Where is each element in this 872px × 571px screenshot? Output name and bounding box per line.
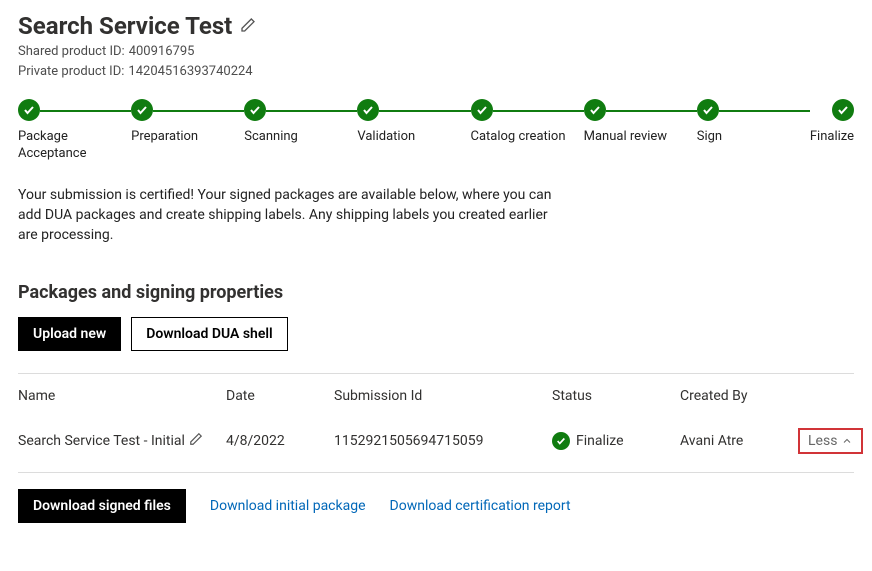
step-catalog-creation: Catalog creation xyxy=(471,99,584,146)
progress-stepper: Package Acceptance Preparation Scanning … xyxy=(18,99,854,163)
col-date: Date xyxy=(226,388,326,404)
step-manual-review: Manual review xyxy=(584,99,697,146)
check-circle-icon xyxy=(18,99,40,121)
upload-new-button[interactable]: Upload new xyxy=(18,317,121,351)
step-sign: Sign xyxy=(697,99,810,146)
step-finalize: Finalize xyxy=(810,99,854,146)
check-circle-icon xyxy=(832,99,854,121)
step-package-acceptance: Package Acceptance xyxy=(18,99,131,163)
chevron-up-icon xyxy=(841,435,853,447)
pencil-icon[interactable] xyxy=(240,17,256,37)
step-label: Manual review xyxy=(584,129,667,146)
row-created-by: Avani Atre xyxy=(680,433,790,449)
collapse-toggle-button[interactable]: Less xyxy=(798,428,863,454)
download-certification-report-link[interactable]: Download certification report xyxy=(390,498,571,514)
shared-product-id-value: 400916795 xyxy=(129,42,195,62)
row-submission-id: 1152921505694715059 xyxy=(334,433,544,449)
step-label: Validation xyxy=(357,129,415,146)
step-label: Sign xyxy=(697,129,722,146)
row-status: Finalize xyxy=(576,433,624,449)
row-name: Search Service Test - Initial xyxy=(18,433,185,449)
download-dua-shell-button[interactable]: Download DUA shell xyxy=(131,317,287,351)
step-preparation: Preparation xyxy=(131,99,244,146)
step-label: Finalize xyxy=(810,129,854,146)
step-label: Preparation xyxy=(131,129,198,146)
check-circle-icon xyxy=(357,99,379,121)
step-validation: Validation xyxy=(357,99,470,146)
table-row: Search Service Test - Initial 4/8/2022 1… xyxy=(18,418,854,473)
step-label: Package Acceptance xyxy=(18,129,128,163)
check-circle-icon xyxy=(552,432,570,450)
step-scanning: Scanning xyxy=(244,99,357,146)
download-initial-package-link[interactable]: Download initial package xyxy=(210,498,366,514)
step-label: Catalog creation xyxy=(471,129,566,146)
shared-product-id-label: Shared product ID: xyxy=(18,42,125,62)
page-title: Search Service Test xyxy=(18,12,232,40)
private-product-id-value: 14204516393740224 xyxy=(128,62,252,82)
download-signed-files-button[interactable]: Download signed files xyxy=(18,489,186,523)
row-date: 4/8/2022 xyxy=(226,433,326,449)
submission-status-message: Your submission is certified! Your signe… xyxy=(18,185,568,246)
check-circle-icon xyxy=(244,99,266,121)
packages-table: Name Date Submission Id Status Created B… xyxy=(18,373,854,473)
collapse-toggle-label: Less xyxy=(808,433,837,449)
col-status: Status xyxy=(552,388,672,404)
packages-section-heading: Packages and signing properties xyxy=(18,282,854,303)
private-product-id-label: Private product ID: xyxy=(18,62,124,82)
step-label: Scanning xyxy=(244,129,298,146)
col-submission-id: Submission Id xyxy=(334,388,544,404)
check-circle-icon xyxy=(697,99,719,121)
table-header-row: Name Date Submission Id Status Created B… xyxy=(18,374,854,418)
check-circle-icon xyxy=(584,99,606,121)
check-circle-icon xyxy=(131,99,153,121)
col-created-by: Created By xyxy=(680,388,790,404)
product-id-meta: Shared product ID: 400916795 Private pro… xyxy=(18,42,854,81)
check-circle-icon xyxy=(471,99,493,121)
col-name: Name xyxy=(18,388,218,404)
pencil-icon[interactable] xyxy=(189,432,203,450)
